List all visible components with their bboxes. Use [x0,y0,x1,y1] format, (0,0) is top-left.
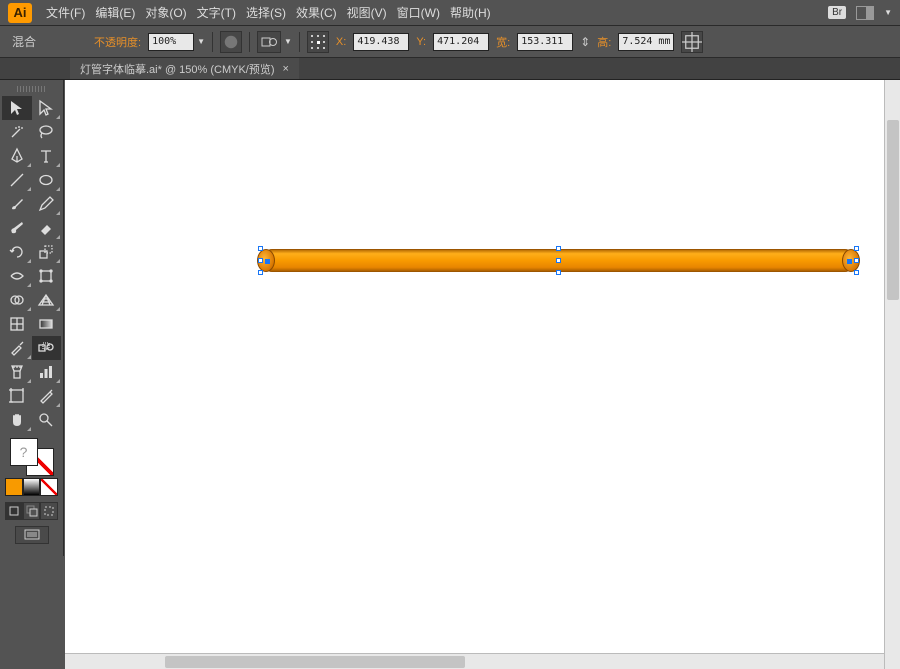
pencil-tool[interactable] [32,192,62,216]
eyedropper-tool[interactable] [2,336,32,360]
line-tool[interactable] [2,168,32,192]
divider [299,32,300,52]
column-graph-tool[interactable] [32,360,62,384]
none-mode-swatch[interactable] [40,478,58,496]
selection-handle[interactable] [854,270,859,275]
x-label: X: [336,36,346,48]
magic-wand-tool[interactable] [2,120,32,144]
menu-help[interactable]: 帮助(H) [450,4,491,21]
color-mode-swatch[interactable] [5,478,23,496]
vertical-scrollbar[interactable] [884,80,900,669]
rotate-tool[interactable] [2,240,32,264]
blend-options-dropdown-icon[interactable]: ▼ [284,37,292,46]
divider [249,32,250,52]
menu-edit[interactable]: 编辑(E) [95,4,135,21]
pen-tool[interactable] [2,144,32,168]
width-input[interactable] [517,33,573,51]
selection-handle[interactable] [258,246,263,251]
canvas-area[interactable] [65,80,900,669]
recolor-button[interactable] [220,31,242,53]
bridge-button[interactable]: Br [828,6,846,19]
gradient-mode-swatch[interactable] [23,478,41,496]
opacity-dropdown-icon[interactable]: ▼ [197,37,205,46]
control-bar: 混合 不透明度: ▼ ▼ X: Y: 宽: ⇕ 高: [0,26,900,58]
menu-file[interactable]: 文件(F) [46,4,85,21]
selection-handle[interactable] [258,258,263,263]
blend-tool[interactable] [32,336,62,360]
draw-inside-button[interactable] [40,502,58,520]
document-tab-strip: 灯管字体临摹.ai* @ 150% (CMYK/预览) × [0,58,900,80]
mesh-tool[interactable] [2,312,32,336]
screen-mode-button[interactable] [15,526,49,544]
height-label: 高: [597,34,611,50]
selection-handle[interactable] [556,270,561,275]
selection-handle[interactable] [854,246,859,251]
y-input[interactable] [433,33,489,51]
ellipse-tool[interactable] [32,168,62,192]
blob-brush-tool[interactable] [2,216,32,240]
menu-view[interactable]: 视图(V) [347,4,387,21]
toolbox-panel [0,80,64,556]
blend-label: 混合 [8,33,40,50]
zoom-tool[interactable] [32,408,62,432]
divider [212,32,213,52]
type-tool[interactable] [32,144,62,168]
free-transform-tool[interactable] [32,264,62,288]
selection-tool[interactable] [2,96,32,120]
menu-window[interactable]: 窗口(W) [397,4,440,21]
anchor-point[interactable] [265,259,270,264]
menu-object[interactable]: 对象(O) [145,4,186,21]
gradient-tool[interactable] [32,312,62,336]
draw-behind-button[interactable] [23,502,41,520]
artboard-tool[interactable] [2,384,32,408]
reference-point-selector[interactable] [307,31,329,53]
fill-stroke-swatch[interactable] [10,438,54,476]
menu-effect[interactable]: 效果(C) [296,4,337,21]
shape-builder-tool[interactable] [2,288,32,312]
app-logo: Ai [8,3,32,23]
horizontal-scrollbar[interactable] [65,653,884,669]
scrollbar-thumb[interactable] [165,656,465,668]
draw-mode-group [5,502,58,520]
symbol-sprayer-tool[interactable] [2,360,32,384]
scrollbar-thumb[interactable] [887,120,899,300]
link-wh-icon[interactable]: ⇕ [580,35,590,49]
selection-handle[interactable] [556,246,561,251]
perspective-grid-tool[interactable] [32,288,62,312]
workspace-layout-button[interactable] [856,6,874,20]
lasso-tool[interactable] [32,120,62,144]
menu-text[interactable]: 文字(T) [197,4,236,21]
scale-tool[interactable] [32,240,62,264]
document-tab-title: 灯管字体临摹.ai* @ 150% (CMYK/预览) [80,61,275,77]
transform-button[interactable] [681,31,703,53]
y-label: Y: [416,36,426,48]
width-tool[interactable] [2,264,32,288]
document-tab[interactable]: 灯管字体临摹.ai* @ 150% (CMYK/预览) × [70,58,299,79]
blend-options-button[interactable] [257,31,281,53]
opacity-label: 不透明度: [94,34,141,50]
menu-select[interactable]: 选择(S) [246,4,286,21]
selection-handle[interactable] [854,258,859,263]
draw-normal-button[interactable] [5,502,23,520]
x-input[interactable] [353,33,409,51]
selection-handle[interactable] [258,270,263,275]
artwork-blend-object[interactable] [261,249,856,272]
slice-tool[interactable] [32,384,62,408]
fill-swatch[interactable] [10,438,38,466]
eraser-tool[interactable] [32,216,62,240]
opacity-input[interactable] [148,33,194,51]
height-input[interactable] [618,33,674,51]
hand-tool[interactable] [2,408,32,432]
anchor-point[interactable] [847,259,852,264]
direct-selection-tool[interactable] [32,96,62,120]
selection-center[interactable] [556,258,561,263]
width-label: 宽: [496,34,510,50]
toolbox-grip[interactable] [17,86,47,92]
close-tab-icon[interactable]: × [283,63,289,75]
workspace-dropdown-icon[interactable]: ▼ [884,8,892,17]
menu-bar: Ai 文件(F) 编辑(E) 对象(O) 文字(T) 选择(S) 效果(C) 视… [0,0,900,26]
paintbrush-tool[interactable] [2,192,32,216]
